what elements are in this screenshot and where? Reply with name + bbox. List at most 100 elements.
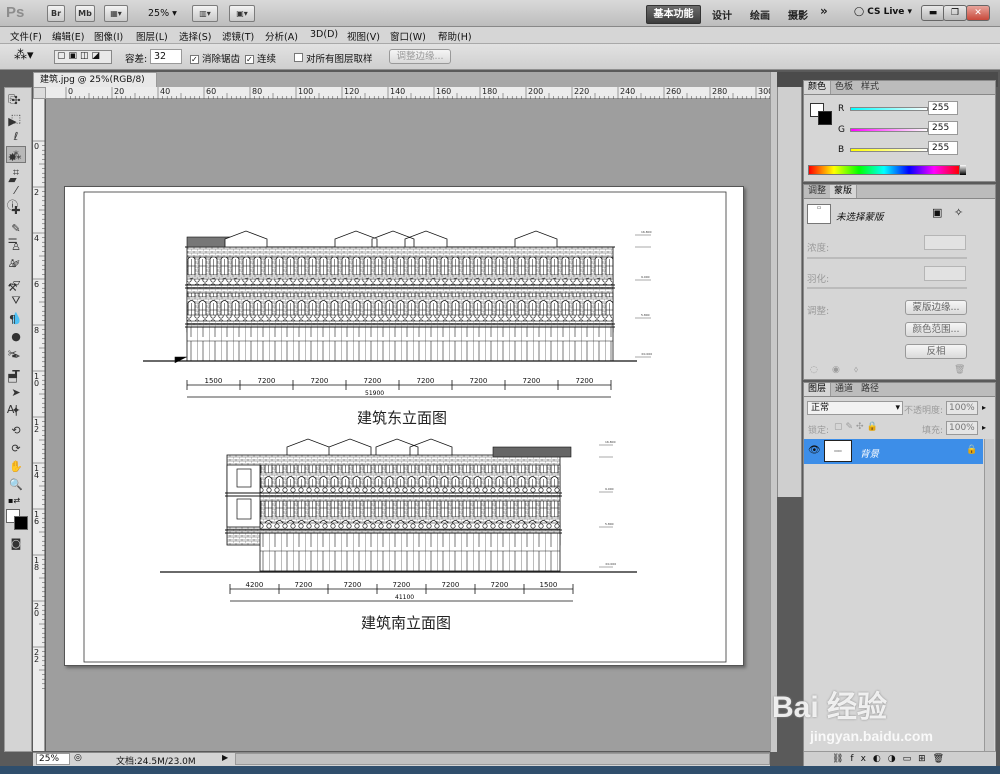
workspace-photography[interactable]: 摄影 xyxy=(788,7,808,22)
status-zoom-field[interactable]: 25% xyxy=(36,753,70,765)
black-white-ramp[interactable] xyxy=(960,165,966,175)
path-selection-tool-icon[interactable]: ➤ xyxy=(6,384,26,401)
minibridge-button[interactable]: Mb xyxy=(75,5,95,22)
contiguous-checkbox[interactable]: ✓ 连续 xyxy=(245,51,276,65)
menu-help[interactable]: 帮助(H) xyxy=(438,29,472,43)
info-panel-icon[interactable]: ⓘ xyxy=(4,198,21,214)
menu-filter[interactable]: 滤镜(T) xyxy=(222,29,254,43)
horizontal-scrollbar[interactable] xyxy=(235,753,770,765)
feather-input[interactable] xyxy=(924,266,966,281)
character-panel-icon[interactable]: A| xyxy=(4,402,21,418)
menu-image[interactable]: 图像(I) xyxy=(94,29,123,43)
load-selection-icon[interactable]: ◌ xyxy=(810,365,818,375)
apply-mask-icon[interactable]: ⬨ xyxy=(854,365,858,375)
tab-masks[interactable]: 蒙版 xyxy=(830,185,858,198)
r-input[interactable]: 255 xyxy=(928,101,958,115)
opacity-input[interactable]: 100% xyxy=(946,401,978,415)
document-tab[interactable]: 建筑.jpg @ 25%(RGB/8) × xyxy=(33,72,157,99)
mask-edge-button[interactable]: 蒙版边缘... xyxy=(905,300,967,315)
zoom-level-dropdown[interactable]: 25% ▾ xyxy=(148,8,177,19)
menu-select[interactable]: 选择(S) xyxy=(179,29,211,43)
r-slider[interactable] xyxy=(850,107,928,111)
tools-panel-icon[interactable]: ✂ xyxy=(4,346,21,362)
3d-rotate-tool-icon[interactable]: ⟲ xyxy=(6,422,26,439)
lasso-tool-icon[interactable]: ℓ xyxy=(6,128,26,145)
b-input[interactable]: 255 xyxy=(928,141,958,155)
tab-layers[interactable]: 图层 xyxy=(804,383,832,396)
paragraph-panel-icon[interactable]: ¶ xyxy=(4,312,21,328)
bridge-button[interactable]: Br xyxy=(47,5,65,22)
visibility-toggle-icon[interactable]: ◉ xyxy=(832,365,840,375)
tab-color[interactable]: 颜色 xyxy=(804,81,832,94)
menu-view[interactable]: 视图(V) xyxy=(347,29,380,43)
g-input[interactable]: 255 xyxy=(928,121,958,135)
layer-row-background[interactable]: 👁 ▭▭ 背景 🔒 xyxy=(804,439,983,464)
feather-slider[interactable] xyxy=(807,287,967,289)
status-menu-arrow-icon[interactable]: ▶ xyxy=(222,753,228,762)
menu-3d[interactable]: 3D(D) xyxy=(310,29,338,40)
eye-visibility-icon[interactable]: 👁 xyxy=(808,445,821,456)
navigator-panel-icon[interactable]: ✸ xyxy=(4,150,21,166)
opacity-arrow-icon[interactable]: ▸ xyxy=(982,403,986,412)
delete-mask-icon[interactable]: 🗑 xyxy=(954,365,965,375)
view-extras-button[interactable]: ▦▾ xyxy=(104,5,128,22)
tab-channels[interactable]: 通道 xyxy=(831,383,857,396)
color-spectrum-bar[interactable] xyxy=(808,165,960,175)
b-slider[interactable] xyxy=(850,148,928,152)
fill-arrow-icon[interactable]: ▸ xyxy=(982,423,986,432)
status-info-icon[interactable]: ◎ xyxy=(74,753,82,763)
vertical-scrollbar[interactable] xyxy=(770,72,777,752)
zoom-tool-icon[interactable]: 🔍 xyxy=(6,476,26,493)
restore-button[interactable]: ❐ xyxy=(943,5,967,21)
pixel-mask-icon[interactable]: ▣ xyxy=(932,206,942,219)
tab-swatches[interactable]: 色板 xyxy=(831,81,857,94)
close-window-button[interactable]: ✕ xyxy=(966,5,990,21)
clone-source-panel-icon[interactable]: ♙ xyxy=(4,256,21,272)
minimize-button[interactable]: ▬ xyxy=(921,5,945,21)
layers-scrollbar[interactable] xyxy=(984,439,994,757)
sample-all-layers-checkbox[interactable]: 对所有图层取样 xyxy=(294,51,373,65)
arrange-documents-button[interactable]: ▥▾ xyxy=(192,5,218,22)
dodge-tool-icon[interactable]: ● xyxy=(6,328,26,345)
more-workspaces-icon[interactable]: » xyxy=(820,4,828,18)
color-panel-background-swatch[interactable] xyxy=(818,111,832,125)
background-color-swatch[interactable] xyxy=(14,516,28,530)
brush-presets-panel-icon[interactable]: ⚌ xyxy=(4,232,21,248)
workspace-essentials-button[interactable]: 基本功能 xyxy=(646,5,701,24)
3d-orbit-tool-icon[interactable]: ⟳ xyxy=(6,440,26,457)
menu-analysis[interactable]: 分析(A) xyxy=(265,29,298,43)
menu-layer[interactable]: 图层(L) xyxy=(136,29,168,43)
magic-wand-tool-preset-icon[interactable]: ⁂▾ xyxy=(14,48,34,63)
lock-icons[interactable]: ▢✎✣🔒 xyxy=(834,422,881,432)
tab-adjustments[interactable]: 调整 xyxy=(804,185,830,198)
default-colors-icon[interactable]: ▪⇄ xyxy=(8,496,20,505)
actions-panel-icon[interactable]: ▶ xyxy=(4,114,21,130)
cs-live-button[interactable]: ◯ CS Live ▾ xyxy=(854,7,912,17)
selection-mode-buttons[interactable]: ▢▣◫◪ xyxy=(54,50,112,64)
histogram-panel-icon[interactable]: ▰ xyxy=(4,172,21,188)
g-slider[interactable] xyxy=(850,128,928,132)
invert-button[interactable]: 反相 xyxy=(905,344,967,359)
history-panel-icon[interactable]: ⎘ xyxy=(4,92,21,108)
workspace-painting[interactable]: 绘画 xyxy=(750,7,770,22)
tool-presets-panel-icon[interactable]: ⚒ xyxy=(4,280,21,296)
tab-paths[interactable]: 路径 xyxy=(857,383,883,396)
density-input[interactable] xyxy=(924,235,966,250)
menu-window[interactable]: 窗口(W) xyxy=(390,29,426,43)
layers-footer-icons[interactable]: ⛓fx◐◑▭⊞🗑 xyxy=(804,751,996,766)
vector-mask-icon[interactable]: ✧ xyxy=(954,206,963,219)
layer-name[interactable]: 背景 xyxy=(860,446,879,460)
horizontal-ruler[interactable]: 0 20 40 60 80 100 120 140 160 180 200 220 240 260 280 3… xyxy=(46,87,773,99)
menu-edit[interactable]: 编辑(E) xyxy=(52,29,84,43)
vertical-ruler[interactable]: 0 2 4 6 8 1 0 1 2 1 4 1 6 1 8 2 0 2 2 xyxy=(33,99,45,751)
3d-panel-icon[interactable]: ⬒ xyxy=(4,370,21,386)
hand-tool-icon[interactable]: ✋ xyxy=(6,458,26,475)
blend-mode-select[interactable]: 正常 ▾ xyxy=(807,401,903,415)
ruler-origin[interactable] xyxy=(33,87,46,99)
tab-styles[interactable]: 样式 xyxy=(857,81,883,94)
color-range-button[interactable]: 颜色范围... xyxy=(905,322,967,337)
menu-file[interactable]: 文件(F) xyxy=(10,29,42,43)
document-image[interactable]: 16.800 9.000 5.800 ±0.000 1500 7200 7200 7200 7… xyxy=(64,186,744,666)
screen-mode-button[interactable]: ▣▾ xyxy=(229,5,255,22)
workspace-design[interactable]: 设计 xyxy=(712,7,732,22)
